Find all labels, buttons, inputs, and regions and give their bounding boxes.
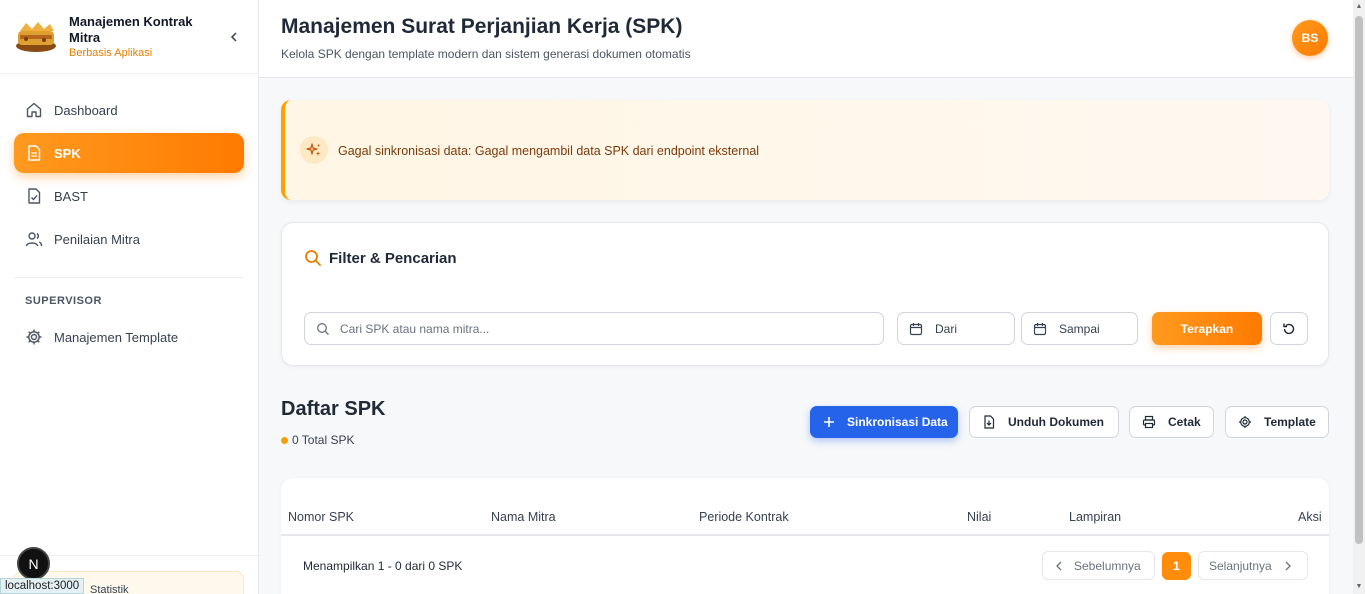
date-to-picker[interactable]: Sampai — [1021, 312, 1138, 345]
apply-filter-button[interactable]: Terapkan — [1152, 312, 1262, 345]
sidebar: Manajemen Kontrak Mitra Berbasis Aplikas… — [0, 0, 259, 594]
column-header-lampiran[interactable]: Lampiran — [1069, 510, 1121, 524]
scroll-down-icon[interactable]: ▼ — [1355, 583, 1363, 591]
calendar-icon — [1033, 322, 1047, 336]
filter-card: Filter & Pencarian Dari Sampai Terapkan — [281, 222, 1329, 366]
search-field[interactable] — [304, 312, 884, 345]
sidebar-item-label: BAST — [54, 188, 88, 204]
chevron-right-icon — [1284, 561, 1292, 571]
sync-data-label: Sinkronisasi Data — [847, 415, 948, 429]
date-to-label: Sampai — [1059, 321, 1100, 336]
page-number-current[interactable]: 1 — [1162, 552, 1191, 580]
sidebar-item-label: SPK — [54, 145, 81, 161]
brand: Manajemen Kontrak Mitra Berbasis Aplikas… — [0, 0, 258, 74]
template-label: Template — [1264, 415, 1316, 429]
brand-subtitle: Berbasis Aplikasi — [69, 46, 153, 59]
sidebar-item-label: Penilaian Mitra — [54, 231, 140, 247]
file-download-icon — [982, 415, 996, 429]
gear-icon — [25, 328, 43, 346]
next-page-label: Selanjutnya — [1209, 558, 1272, 573]
filter-title-text: Filter & Pencarian — [329, 249, 457, 267]
total-count: 0 Total SPK — [281, 433, 354, 447]
plus-icon — [823, 416, 835, 428]
chevron-left-icon — [1055, 561, 1063, 571]
table-header-row: Nomor SPK Nama Mitra Periode Kontrak Nil… — [281, 478, 1329, 536]
home-icon — [25, 101, 43, 119]
date-from-picker[interactable]: Dari — [897, 312, 1015, 345]
filter-title: Filter & Pencarian — [304, 249, 457, 267]
spk-table: Nomor SPK Nama Mitra Periode Kontrak Nil… — [281, 478, 1329, 594]
sidebar-nav: Dashboard SPK BAST Penilaian Mitra — [0, 74, 258, 259]
download-document-button[interactable]: Unduh Dokumen — [969, 406, 1119, 438]
print-label: Cetak — [1168, 415, 1201, 429]
total-count-text: 0 Total SPK — [292, 433, 355, 447]
list-title: Daftar SPK — [281, 398, 386, 420]
brand-title: Manajemen Kontrak Mitra — [69, 13, 193, 45]
sidebar-item-penilaian-mitra[interactable]: Penilaian Mitra — [14, 219, 244, 259]
status-dot — [281, 436, 288, 444]
section-label: SUPERVISOR — [25, 295, 102, 307]
sparkle-icon — [300, 136, 328, 164]
sync-data-button[interactable]: Sinkronisasi Data — [810, 406, 958, 438]
date-from-label: Dari — [935, 321, 958, 336]
sidebar-item-bast[interactable]: BAST — [14, 176, 244, 216]
column-header-periode-kontrak[interactable]: Periode Kontrak — [699, 510, 789, 524]
download-document-label: Unduh Dokumen — [1008, 415, 1104, 429]
sidebar-item-label: Manajemen Template — [54, 329, 179, 345]
gear-icon — [1238, 415, 1252, 429]
refresh-icon — [1283, 323, 1295, 334]
column-header-aksi: Aksi — [1298, 510, 1322, 524]
sidebar-item-dashboard[interactable]: Dashboard — [14, 90, 244, 130]
status-url: localhost:3000 — [0, 578, 85, 594]
column-header-nilai[interactable]: Nilai — [967, 510, 991, 524]
avatar[interactable]: BS — [1292, 20, 1328, 56]
app-logo — [14, 19, 59, 55]
scroll-thumb[interactable] — [1355, 16, 1363, 544]
error-alert: Gagal sinkronisasi data: Gagal mengambil… — [281, 100, 1329, 200]
search-input[interactable] — [340, 321, 860, 336]
previous-page-label: Sebelumnya — [1074, 558, 1141, 573]
column-header-nomor-spk[interactable]: Nomor SPK — [288, 510, 354, 524]
pagination-summary: Menampilkan 1 - 0 dari 0 SPK — [303, 559, 463, 573]
dev-tools-badge[interactable]: N — [17, 547, 50, 580]
page-subtitle: Kelola SPK dengan template modern dan si… — [281, 47, 691, 61]
divider — [14, 277, 244, 278]
column-header-nama-mitra[interactable]: Nama Mitra — [491, 510, 556, 524]
page-header: Manajemen Surat Perjanjian Kerja (SPK) K… — [259, 0, 1353, 78]
page-title: Manajemen Surat Perjanjian Kerja (SPK) — [281, 15, 683, 38]
users-icon — [25, 230, 43, 248]
scroll-up-icon[interactable]: ▲ — [1355, 3, 1363, 11]
page-scrollbar[interactable]: ▲ ▼ — [1353, 0, 1365, 594]
template-button[interactable]: Template — [1225, 406, 1329, 438]
printer-icon — [1142, 415, 1156, 429]
file-check-icon — [25, 187, 43, 205]
sidebar-item-spk[interactable]: SPK — [14, 133, 244, 173]
document-icon — [25, 144, 43, 162]
alert-message: Gagal sinkronisasi data: Gagal mengambil… — [338, 144, 760, 158]
statistics-label: Statistik — [90, 584, 129, 594]
next-page-button[interactable]: Selanjutnya — [1198, 551, 1308, 580]
sidebar-item-label: Dashboard — [54, 102, 118, 118]
reset-filter-button[interactable] — [1270, 312, 1308, 345]
search-icon — [316, 322, 330, 336]
sidebar-item-manajemen-template[interactable]: Manajemen Template — [14, 317, 244, 357]
collapse-sidebar-button[interactable] — [224, 27, 244, 47]
calendar-icon — [909, 322, 923, 336]
print-button[interactable]: Cetak — [1129, 406, 1214, 438]
previous-page-button[interactable]: Sebelumnya — [1042, 551, 1155, 580]
search-icon — [304, 249, 322, 267]
chevron-left-icon — [230, 31, 237, 42]
